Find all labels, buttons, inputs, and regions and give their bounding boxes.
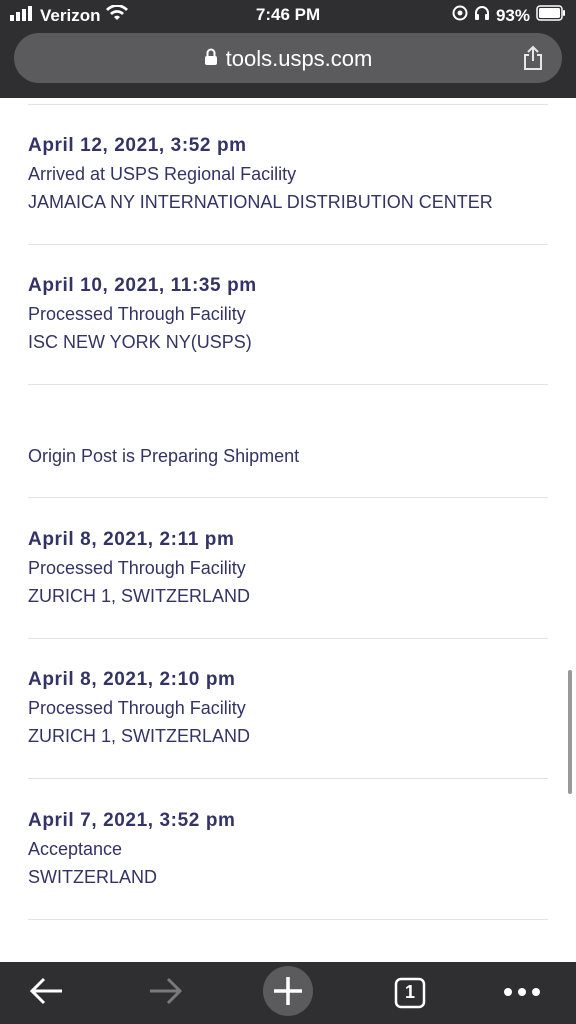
tracking-event: April 8, 2021, 2:11 pm Processed Through… — [28, 526, 548, 610]
more-button[interactable] — [492, 962, 552, 1024]
more-icon — [503, 984, 541, 1002]
event-location: JAMAICA NY INTERNATIONAL DISTRIBUTION CE… — [28, 192, 493, 212]
event-location: ISC NEW YORK NY(USPS) — [28, 332, 252, 352]
browser-bottom-toolbar: 1 — [0, 962, 576, 1024]
tab-count: 1 — [404, 982, 415, 1002]
lock-icon — [204, 46, 218, 72]
tabs-icon: 1 — [394, 977, 426, 1009]
event-status: Arrived at USPS Regional Facility — [28, 164, 297, 184]
divider — [28, 104, 548, 105]
location-icon — [452, 5, 468, 26]
event-date: April 7, 2021, 3:52 pm — [28, 810, 236, 831]
address-bar[interactable]: tools.usps.com — [14, 33, 562, 83]
status-right: 93% — [452, 5, 566, 26]
battery-icon — [536, 5, 566, 26]
tabs-button[interactable]: 1 — [388, 962, 432, 1024]
battery-percent: 93% — [495, 5, 530, 25]
status-bar: Verizon 7:46 PM 93% — [0, 0, 576, 30]
event-date: April 10, 2021, 11:35 pm — [28, 275, 257, 296]
new-tab-icon — [262, 965, 314, 1022]
event-date: April 8, 2021, 2:10 pm — [28, 669, 236, 690]
event-status: Processed Through Facility — [28, 304, 246, 324]
tracking-event: April 7, 2021, 3:52 pm Acceptance SWITZE… — [28, 807, 548, 891]
share-icon[interactable] — [522, 45, 544, 76]
event-status: Acceptance — [28, 839, 123, 859]
forward-icon — [148, 976, 184, 1011]
back-button[interactable] — [16, 962, 76, 1024]
event-date: April 8, 2021, 2:11 pm — [28, 529, 235, 550]
new-tab-button[interactable] — [262, 962, 314, 1024]
event-status: Processed Through Facility — [28, 698, 246, 718]
divider — [28, 497, 548, 498]
event-location: ZURICH 1, SWITZERLAND — [28, 586, 251, 606]
tracking-event: April 8, 2021, 2:10 pm Processed Through… — [28, 666, 548, 750]
tracking-event: Origin Post is Preparing Shipment — [28, 442, 548, 470]
event-location: SWITZERLAND — [28, 867, 158, 887]
tracking-history: April 12, 2021, 3:52 pm Arrived at USPS … — [0, 98, 576, 962]
event-date: April 12, 2021, 3:52 pm — [28, 135, 247, 156]
tracking-event: April 10, 2021, 11:35 pm Processed Throu… — [28, 272, 548, 356]
divider — [28, 244, 548, 245]
tracking-event: April 12, 2021, 3:52 pm Arrived at USPS … — [28, 132, 548, 216]
browser-top-bar: Verizon 7:46 PM 93% tools.usps.com — [0, 0, 576, 98]
url-text: tools.usps.com — [225, 46, 373, 71]
event-status: Processed Through Facility — [28, 558, 246, 578]
headphones-icon — [474, 5, 490, 26]
url-display[interactable]: tools.usps.com — [14, 46, 562, 72]
back-icon — [28, 976, 64, 1011]
forward-button[interactable] — [136, 962, 196, 1024]
divider — [28, 919, 548, 920]
event-status: Origin Post is Preparing Shipment — [28, 446, 300, 466]
event-location: ZURICH 1, SWITZERLAND — [28, 726, 251, 746]
divider — [28, 638, 548, 639]
divider — [28, 384, 548, 385]
divider — [28, 778, 548, 779]
scrollbar[interactable] — [568, 670, 572, 794]
